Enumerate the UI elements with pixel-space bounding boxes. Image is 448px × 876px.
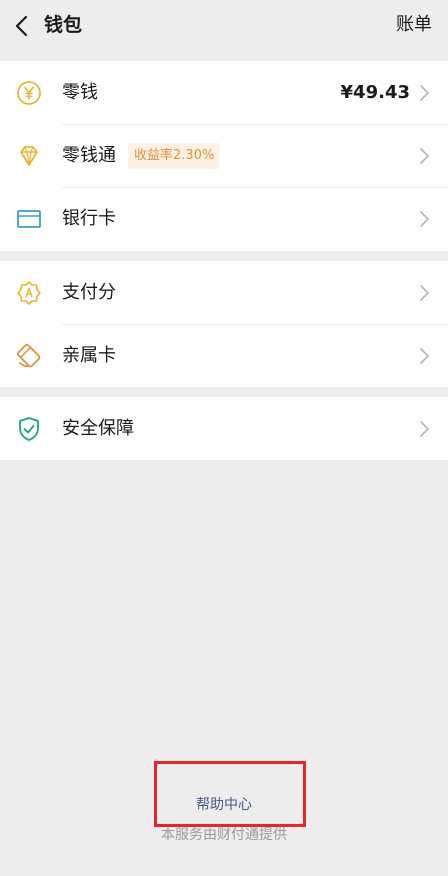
wallet-group-secondary: 支付分 亲属卡 (0, 261, 448, 387)
bank-card-icon (17, 210, 41, 228)
pay-score-icon (17, 281, 41, 305)
service-provider-note: 本服务由财付通提供 (161, 827, 287, 843)
top-bar: 钱包 账单 (0, 0, 448, 52)
diamond-icon (20, 146, 38, 166)
chevron-right-icon (420, 148, 429, 164)
family-card-icon (16, 343, 41, 368)
row-bank-card[interactable]: 银行卡 (0, 187, 448, 250)
row-pay-score[interactable]: 支付分 (0, 261, 448, 324)
row-change[interactable]: 零钱 ¥49.43 (0, 61, 448, 124)
change-balance: ¥49.43 (340, 82, 410, 103)
yield-rate-badge: 收益率2.30% (128, 143, 221, 169)
chevron-right-icon (420, 421, 429, 437)
back-arrow-icon[interactable] (12, 14, 32, 38)
row-label-change-plus: 零钱通 (62, 145, 116, 166)
wallet-group-primary: 零钱 ¥49.43 零钱通 收益率2.30% 银行卡 (0, 61, 448, 251)
chevron-right-icon (420, 285, 429, 301)
page-title: 钱包 (44, 14, 83, 36)
chevron-right-icon (420, 85, 429, 101)
bill-button[interactable]: 账单 (396, 12, 432, 38)
wallet-group-security: 安全保障 (0, 397, 448, 460)
row-label-security: 安全保障 (62, 418, 134, 439)
help-center-link[interactable]: 帮助中心 (0, 795, 448, 815)
shield-icon (19, 417, 39, 441)
row-family-card[interactable]: 亲属卡 (0, 324, 448, 387)
highlight-box (154, 761, 306, 827)
row-label-change: 零钱 (62, 82, 98, 103)
row-label-pay-score: 支付分 (62, 282, 116, 303)
chevron-right-icon (420, 348, 429, 364)
row-label-bank-card: 银行卡 (62, 208, 116, 229)
row-change-plus[interactable]: 零钱通 收益率2.30% (0, 124, 448, 187)
coin-icon (17, 81, 41, 105)
row-security[interactable]: 安全保障 (0, 397, 448, 460)
row-label-family-card: 亲属卡 (62, 345, 116, 366)
chevron-right-icon (420, 211, 429, 227)
